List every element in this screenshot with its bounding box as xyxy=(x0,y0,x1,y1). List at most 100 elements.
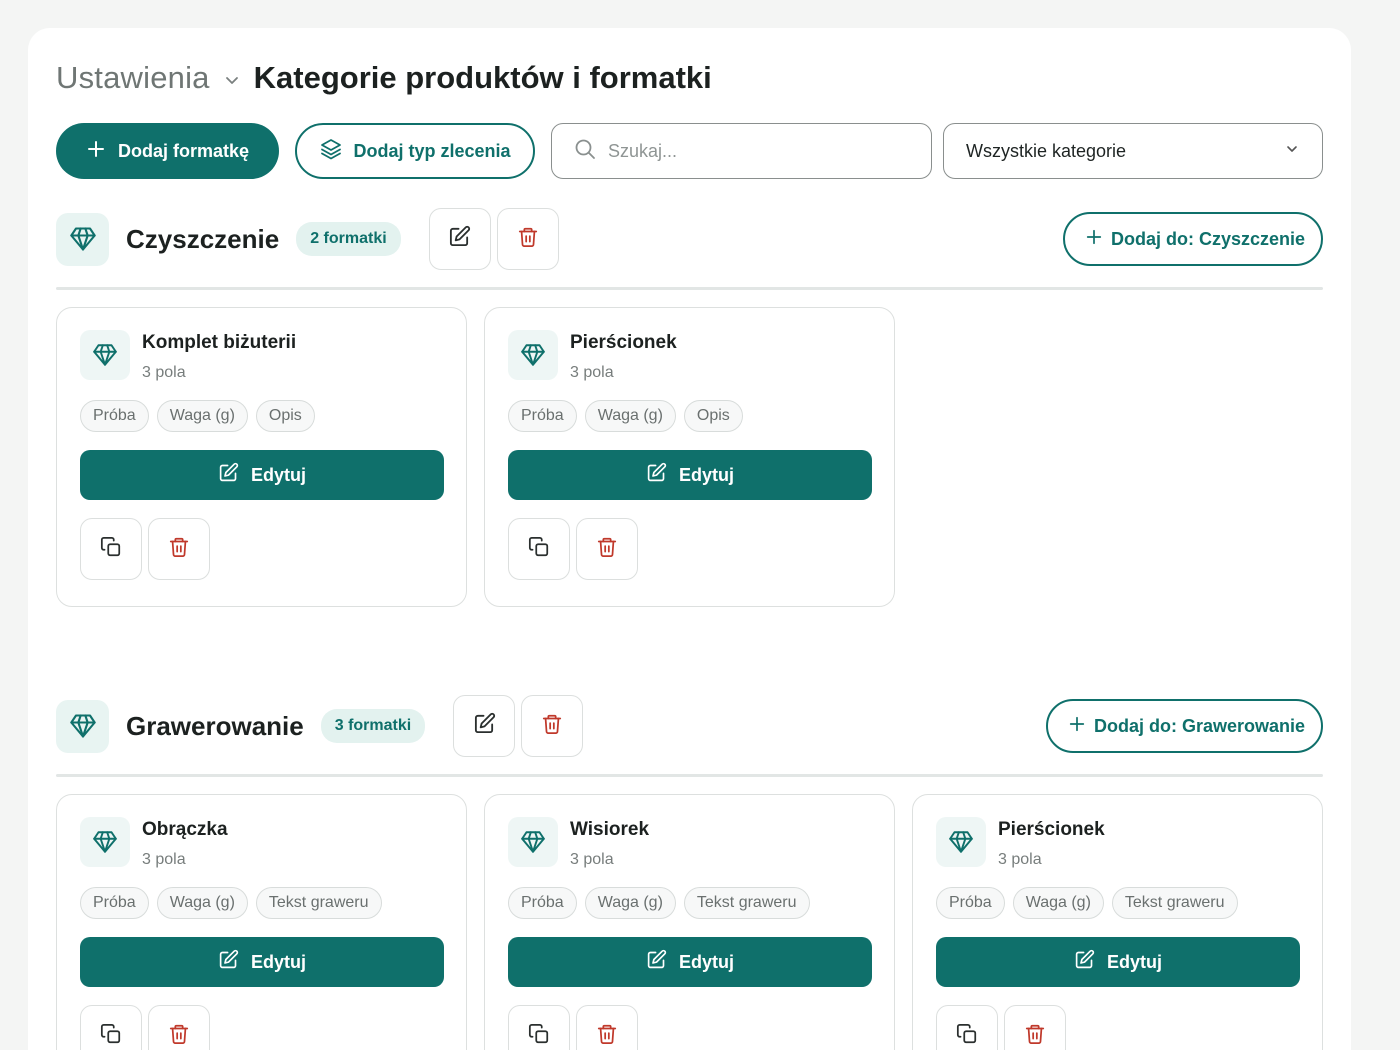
template-title: Komplet biżuterii xyxy=(142,332,297,353)
field-chips: Próba Waga (g) Tekst graweru xyxy=(80,887,443,919)
delete-category-button[interactable] xyxy=(496,208,559,270)
delete-template-button[interactable] xyxy=(148,1005,210,1050)
field-chip: Opis xyxy=(683,400,743,432)
delete-template-button[interactable] xyxy=(148,518,210,580)
duplicate-template-button[interactable] xyxy=(508,518,570,580)
add-to-category-button[interactable]: Dodaj do: Czyszczenie xyxy=(1062,212,1323,266)
category-title: Czyszczenie xyxy=(126,223,280,254)
add-template-label: Dodaj formatkę xyxy=(117,140,250,161)
edit-icon xyxy=(448,225,471,253)
template-field-count: 3 pola xyxy=(998,851,1042,868)
copy-icon xyxy=(528,1023,550,1050)
delete-template-button[interactable] xyxy=(576,518,638,580)
field-chip: Waga (g) xyxy=(584,400,676,432)
copy-icon xyxy=(100,1023,122,1050)
duplicate-template-button[interactable] xyxy=(508,1005,570,1050)
category-section: Czyszczenie 2 formatki Dodaj do: Czyszcz… xyxy=(56,208,1323,607)
field-chips: Próba Waga (g) Tekst graweru xyxy=(508,887,871,919)
gem-icon xyxy=(508,817,558,867)
template-title: Wisiorek xyxy=(570,819,650,840)
template-count-badge: 2 formatki xyxy=(296,222,401,256)
search-field[interactable] xyxy=(551,123,932,179)
field-chip: Próba xyxy=(80,887,149,919)
category-section: Grawerowanie 3 formatki Dodaj do: Grawer… xyxy=(56,695,1323,1050)
field-chip: Tekst graweru xyxy=(683,887,810,919)
field-chip: Waga (g) xyxy=(1012,887,1104,919)
field-chip: Próba xyxy=(508,400,577,432)
template-card: Obrączka 3 pola Próba Waga (g) Tekst grawe… xyxy=(56,794,467,1050)
edit-template-button[interactable]: Edytuj xyxy=(80,937,444,987)
field-chip: Waga (g) xyxy=(156,887,248,919)
template-card: Komplet biżuterii 3 pola Próba Waga (g) Op… xyxy=(56,307,467,607)
edit-icon xyxy=(1074,949,1095,975)
template-field-count: 3 pola xyxy=(142,851,186,868)
edit-template-button[interactable]: Edytuj xyxy=(936,937,1300,987)
edit-icon xyxy=(473,712,496,740)
edit-icon xyxy=(646,462,667,488)
field-chip: Opis xyxy=(255,400,315,432)
trash-icon xyxy=(1024,1023,1046,1050)
edit-label: Edytuj xyxy=(678,951,734,972)
copy-icon xyxy=(956,1023,978,1050)
page-title: Kategorie produktów i formatki xyxy=(253,60,712,95)
field-chips: Próba Waga (g) Opis xyxy=(80,400,443,432)
edit-template-button[interactable]: Edytuj xyxy=(80,450,444,500)
trash-icon xyxy=(168,536,190,563)
gem-icon xyxy=(508,330,558,380)
add-template-button[interactable]: Dodaj formatkę xyxy=(56,123,279,179)
duplicate-template-button[interactable] xyxy=(80,518,142,580)
edit-template-button[interactable]: Edytuj xyxy=(508,937,872,987)
trash-icon xyxy=(168,1023,190,1050)
field-chip: Próba xyxy=(80,400,149,432)
field-chip: Waga (g) xyxy=(156,400,248,432)
add-order-type-label: Dodaj typ zlecenia xyxy=(353,140,511,161)
chevron-down-icon[interactable] xyxy=(224,72,240,88)
gem-icon xyxy=(80,817,130,867)
field-chip: Waga (g) xyxy=(584,887,676,919)
edit-label: Edytuj xyxy=(1106,951,1162,972)
delete-template-button[interactable] xyxy=(1004,1005,1066,1050)
field-chip: Próba xyxy=(508,887,577,919)
field-chip: Tekst graweru xyxy=(255,887,382,919)
template-count-badge: 3 formatki xyxy=(320,709,426,743)
trash-icon xyxy=(596,1023,618,1050)
template-title: Pierścionek xyxy=(570,332,677,353)
gem-icon xyxy=(80,330,130,380)
add-to-category-label: Dodaj do: Grawerowanie xyxy=(1093,715,1305,736)
add-to-category-button[interactable]: Dodaj do: Grawerowanie xyxy=(1045,699,1323,753)
plus-icon xyxy=(1085,228,1103,251)
edit-category-button[interactable] xyxy=(428,208,491,270)
template-title: Pierścionek xyxy=(998,819,1105,840)
copy-icon xyxy=(528,536,550,563)
edit-icon xyxy=(218,949,239,975)
template-field-count: 3 pola xyxy=(570,851,614,868)
category-title: Grawerowanie xyxy=(126,710,304,741)
category-filter-value: Wszystkie kategorie xyxy=(966,140,1127,161)
duplicate-template-button[interactable] xyxy=(936,1005,998,1050)
plus-icon xyxy=(86,139,106,164)
search-icon xyxy=(574,138,596,165)
field-chips: Próba Waga (g) Tekst graweru xyxy=(936,887,1299,919)
layers-icon xyxy=(319,137,343,166)
edit-icon xyxy=(646,949,667,975)
search-input[interactable] xyxy=(608,140,908,162)
duplicate-template-button[interactable] xyxy=(80,1005,142,1050)
template-cards: Obrączka 3 pola Próba Waga (g) Tekst grawe… xyxy=(56,794,1323,1050)
template-field-count: 3 pola xyxy=(142,364,186,381)
breadcrumb: Ustawienia Kategorie produktów i formatk… xyxy=(56,58,712,98)
edit-category-button[interactable] xyxy=(453,695,516,757)
section-divider xyxy=(56,774,1323,777)
delete-template-button[interactable] xyxy=(576,1005,638,1050)
add-order-type-button[interactable]: Dodaj typ zlecenia xyxy=(295,123,535,179)
template-card: Wisiorek 3 pola Próba Waga (g) Tekst grawe… xyxy=(484,794,895,1050)
plus-icon xyxy=(1068,715,1086,738)
template-card: Pierścionek 3 pola Próba Waga (g) Tekst gr… xyxy=(912,794,1323,1050)
trash-icon xyxy=(596,536,618,563)
breadcrumb-parent[interactable]: Ustawienia xyxy=(56,60,210,96)
category-filter-select[interactable]: Wszystkie kategorie xyxy=(943,123,1323,179)
delete-category-button[interactable] xyxy=(521,695,584,757)
chevron-down-icon xyxy=(1284,141,1300,162)
template-field-count: 3 pola xyxy=(570,364,614,381)
gem-icon xyxy=(56,699,109,753)
edit-template-button[interactable]: Edytuj xyxy=(508,450,872,500)
